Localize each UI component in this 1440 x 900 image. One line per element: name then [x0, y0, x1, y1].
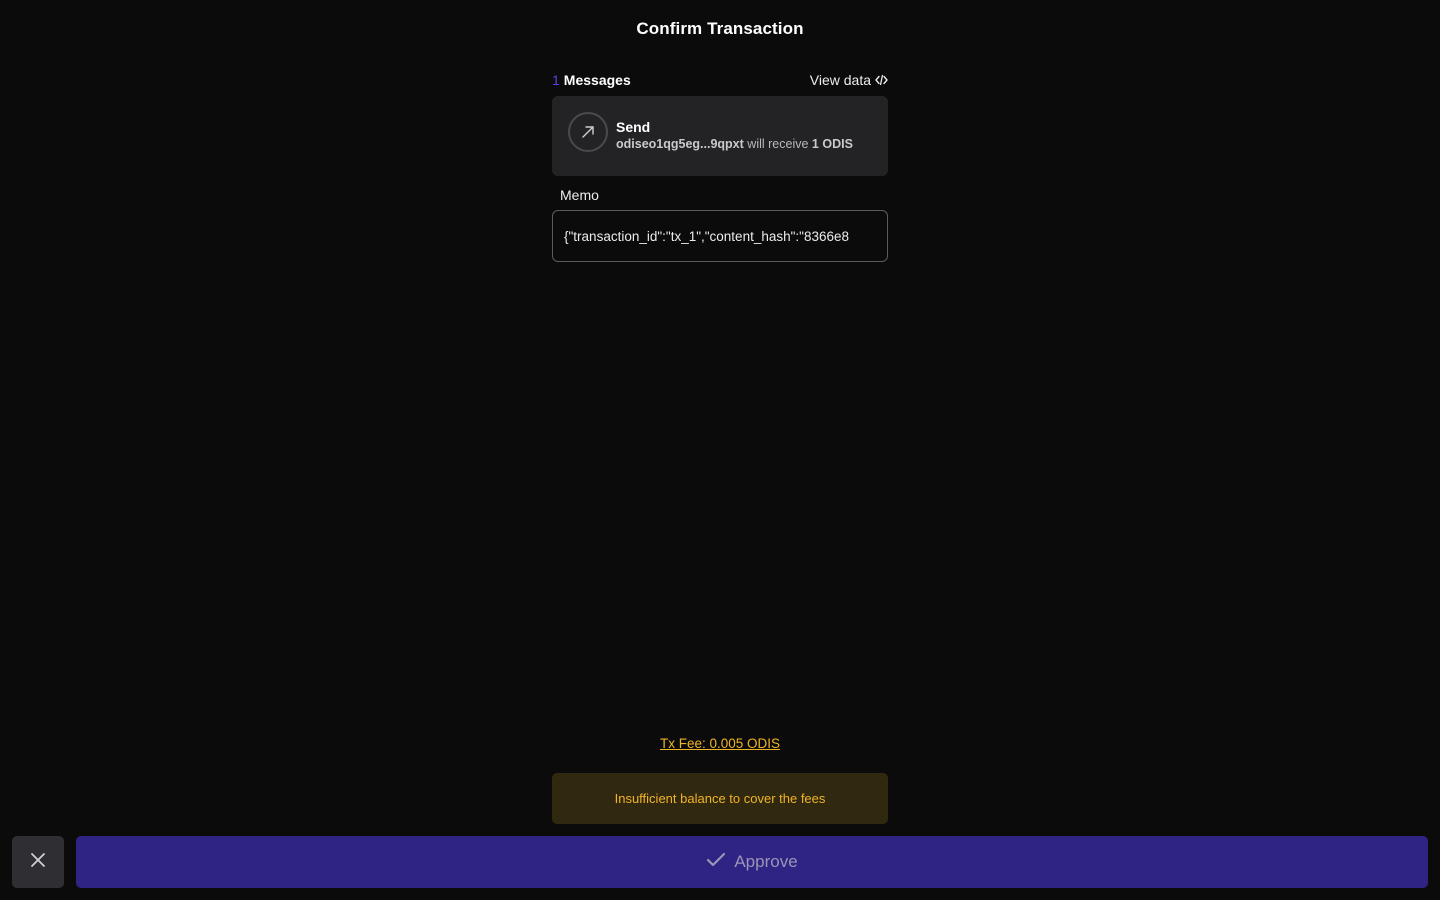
warning-text: Insufficient balance to cover the fees	[614, 791, 826, 806]
messages-count: 1	[552, 72, 560, 88]
recipient-address: odiseo1qg5eg...9qpxt	[616, 137, 744, 151]
approve-label: Approve	[734, 852, 798, 871]
message-description: odiseo1qg5eg...9qpxt will receive 1 ODIS	[616, 137, 853, 151]
messages-count-label: 1 Messages	[552, 72, 631, 88]
send-amount: 1 ODIS	[811, 137, 853, 151]
insufficient-balance-warning: Insufficient balance to cover the fees	[552, 773, 888, 824]
view-data-button[interactable]: View data	[810, 72, 888, 88]
check-icon	[706, 852, 726, 873]
messages-label: Messages	[563, 72, 631, 88]
memo-field[interactable]	[552, 210, 888, 262]
approve-button[interactable]: Approve	[76, 836, 1428, 888]
tx-fee: Tx Fee: 0.005 ODIS	[0, 736, 1440, 751]
memo-input[interactable]	[553, 211, 887, 261]
arrow-up-right-icon	[568, 112, 608, 152]
message-middle-text: will receive	[747, 137, 809, 151]
message-title: Send	[616, 119, 651, 135]
page-title: Confirm Transaction	[636, 19, 804, 38]
code-icon	[875, 74, 888, 86]
memo-label: Memo	[560, 187, 599, 203]
confirm-transaction-page: Confirm Transaction 1 Messages View data …	[0, 0, 1440, 900]
tx-fee-link[interactable]: Tx Fee: 0.005 ODIS	[660, 736, 780, 751]
close-icon	[30, 852, 46, 873]
view-data-label: View data	[809, 72, 871, 88]
close-button[interactable]	[12, 836, 64, 888]
message-card-send: Send odiseo1qg5eg...9qpxt will receive 1…	[552, 96, 888, 176]
messages-header: 1 Messages View data	[552, 70, 888, 90]
